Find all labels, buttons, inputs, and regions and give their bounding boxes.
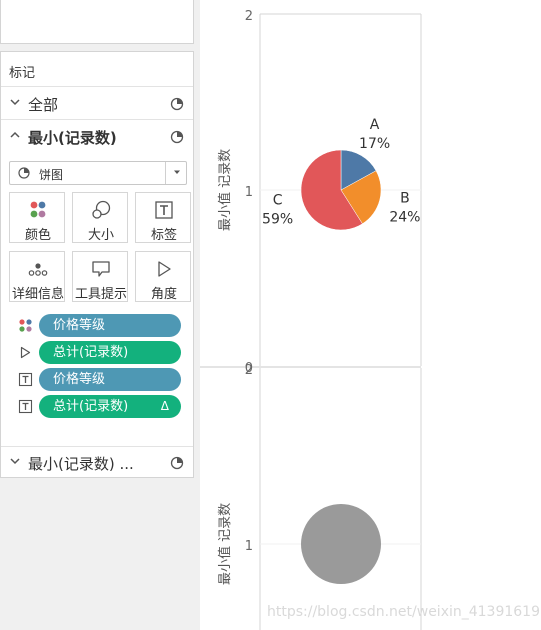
- angle-icon: [20, 346, 31, 359]
- field-pill-label: 总计(记录数): [53, 399, 129, 414]
- text-label-icon: [18, 372, 33, 387]
- slice-name-label: B: [400, 190, 410, 206]
- y-tick-label: 2: [245, 9, 253, 24]
- marks-pane: 标记 全部 最小(记录数) 饼图 颜色 大小 标签 详细信息 工具提示 角度 价…: [0, 0, 200, 630]
- detail-dots-icon: [28, 263, 48, 276]
- slice-name-label: A: [370, 117, 380, 133]
- field-pill-label: 价格等级: [53, 372, 106, 387]
- chevron-down-icon[interactable]: [9, 455, 21, 467]
- chevron-down-icon[interactable]: [9, 96, 21, 108]
- divider: [1, 86, 193, 87]
- color-dots-icon: [19, 319, 32, 332]
- shelf-card: [0, 0, 194, 44]
- marks-row-collapsed-label: 最小(记录数) ...: [28, 455, 134, 473]
- label-button-label: 标签: [150, 228, 177, 243]
- pill-row-label[interactable]: 价格等级: [1, 368, 193, 391]
- gauge-icon: [170, 456, 184, 470]
- slice-name-label: C: [273, 192, 283, 208]
- field-pill-label: 总计(记录数): [53, 345, 129, 360]
- field-pill-label: 价格等级: [53, 318, 106, 333]
- color-dots-icon: [30, 201, 46, 218]
- y-tick-label: 1: [245, 185, 253, 200]
- color-button[interactable]: 颜色: [9, 192, 65, 243]
- caret-down-icon[interactable]: [172, 167, 182, 177]
- angle-icon: [158, 261, 171, 277]
- marks-row-active[interactable]: 最小(记录数): [1, 125, 193, 151]
- mark-type-select[interactable]: 饼图: [9, 161, 187, 185]
- slice-percent-label: 17%: [359, 136, 390, 152]
- pill-row-label[interactable]: 总计(记录数) Δ: [1, 395, 193, 418]
- marks-row-active-label: 最小(记录数): [28, 129, 117, 147]
- marks-row-all[interactable]: 全部: [1, 92, 193, 118]
- pie-slice[interactable]: [301, 504, 381, 584]
- pie-icon: [18, 167, 30, 179]
- pill-row-color[interactable]: 价格等级: [1, 314, 193, 337]
- slice-percent-label: 24%: [389, 209, 420, 225]
- angle-button-label: 角度: [150, 287, 177, 302]
- marks-title: 标记: [9, 66, 36, 81]
- tooltip-button-label: 工具提示: [74, 287, 127, 302]
- gauge-icon: [170, 97, 184, 111]
- size-button-label: 大小: [87, 228, 114, 243]
- angle-button[interactable]: 角度: [135, 251, 191, 302]
- text-label-icon: [155, 201, 173, 219]
- field-pill[interactable]: 总计(记录数): [39, 341, 181, 364]
- divider: [1, 446, 193, 447]
- field-pill[interactable]: 价格等级: [39, 314, 181, 337]
- field-pill[interactable]: 总计(记录数) Δ: [39, 395, 181, 418]
- divider: [1, 119, 193, 120]
- size-button[interactable]: 大小: [72, 192, 128, 243]
- label-button[interactable]: 标签: [135, 192, 191, 243]
- field-pill[interactable]: 价格等级: [39, 368, 181, 391]
- tooltip-icon: [92, 261, 110, 277]
- watermark-text: https://blog.csdn.net/weixin_41391619: [267, 604, 540, 620]
- y-axis-title: 最小值 记录数: [217, 149, 233, 231]
- gauge-icon: [170, 130, 184, 144]
- chart-area: 最小值 记录数 最小值 记录数 A 17% B 24% C 59% https://blo…: [200, 0, 541, 630]
- marks-card: 标记 全部 最小(记录数) 饼图 颜色 大小 标签 详细信息 工具提示 角度 价…: [0, 51, 194, 478]
- y-tick-label: 1: [245, 539, 253, 554]
- text-label-icon: [18, 399, 33, 414]
- marks-row-all-label: 全部: [28, 96, 59, 114]
- select-separator: [165, 162, 166, 184]
- marks-row-collapsed[interactable]: 最小(记录数) ...: [1, 451, 193, 477]
- pill-row-angle[interactable]: 总计(记录数): [1, 341, 193, 364]
- mark-type-label: 饼图: [39, 168, 64, 182]
- y-axis-title: 最小值 记录数: [217, 503, 233, 585]
- color-button-label: 颜色: [24, 228, 51, 243]
- pie-chart-bottom: [301, 504, 381, 584]
- chart-canvas: 最小值 记录数 最小值 记录数 A 17% B 24% C 59% https://blo…: [200, 9, 540, 630]
- size-circles-icon: [92, 200, 111, 219]
- detail-button-label: 详细信息: [11, 287, 64, 302]
- y-tick-label: 2: [245, 363, 253, 378]
- chevron-up-icon[interactable]: [9, 129, 21, 141]
- slice-percent-label: 59%: [262, 211, 293, 227]
- table-calc-delta-icon: Δ: [160, 399, 169, 413]
- pie-chart-top: A 17% B 24% C 59%: [262, 117, 420, 231]
- detail-button[interactable]: 详细信息: [9, 251, 65, 302]
- tooltip-button[interactable]: 工具提示: [72, 251, 128, 302]
